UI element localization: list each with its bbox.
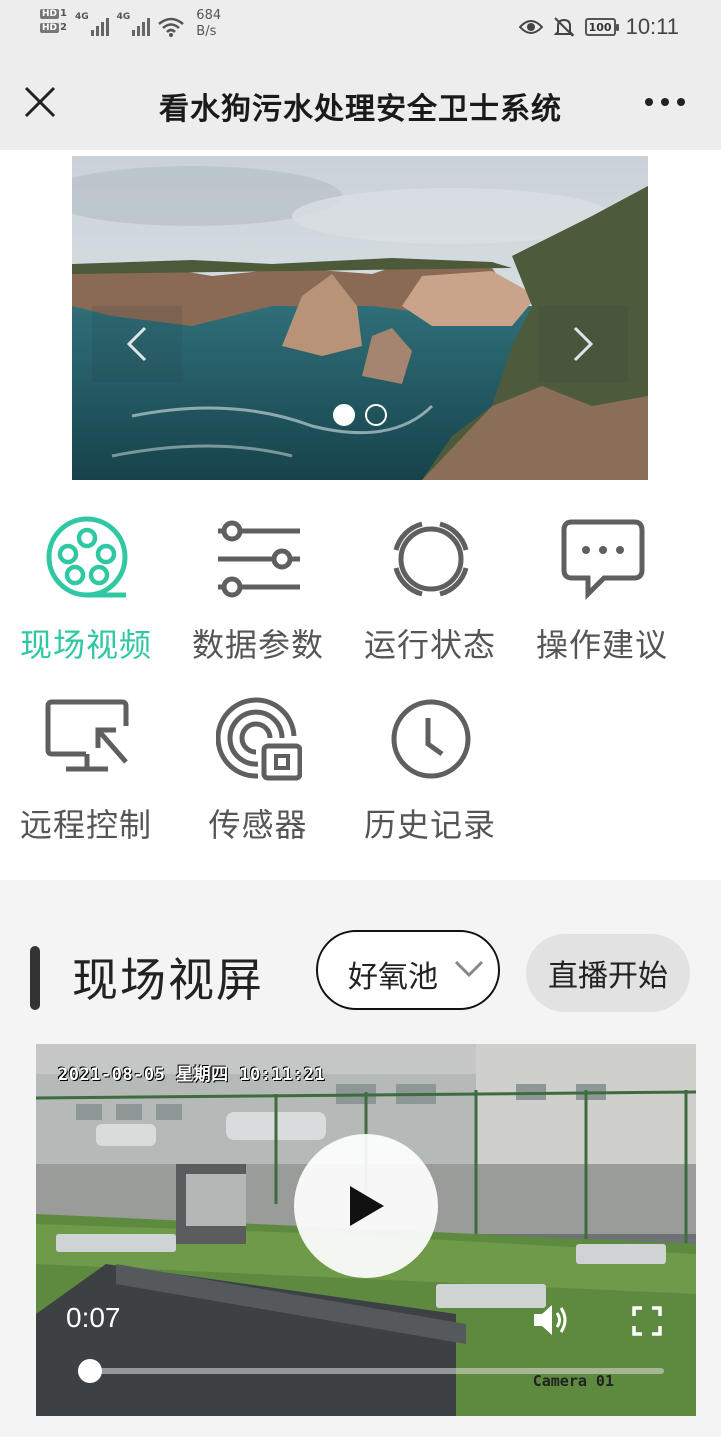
film-reel-icon	[46, 516, 128, 598]
wifi-icon	[158, 17, 185, 37]
mute-bell-icon	[553, 17, 575, 37]
menu-item-sensor[interactable]: 传感器	[172, 690, 344, 860]
status-bar: HD 1 HD 2 4G 4G 684 B/s 100 10:11	[0, 0, 721, 56]
chevron-right-icon	[573, 326, 594, 362]
video-current-time: 0:07	[66, 1302, 121, 1333]
play-icon	[350, 1186, 384, 1226]
camera-label: Camera 01	[532, 1372, 614, 1390]
hd-indicator-1: HD 1	[40, 8, 67, 19]
fullscreen-icon[interactable]	[632, 1306, 662, 1336]
battery-icon: 100	[584, 18, 619, 36]
menu-item-data-params[interactable]: 数据参数	[172, 510, 344, 680]
play-button[interactable]	[294, 1134, 438, 1278]
banner-carousel[interactable]	[72, 156, 648, 480]
status-left: HD 1 HD 2 4G 4G 684 B/s	[40, 8, 221, 40]
chat-bubble-icon	[561, 519, 645, 601]
monitor-cursor-icon	[45, 699, 129, 772]
menu-item-remote-control[interactable]: 远程控制	[0, 690, 172, 860]
pool-select[interactable]: 好氧池	[316, 930, 500, 1010]
menu-item-run-status[interactable]: 运行状态	[344, 510, 516, 680]
carousel-dots	[72, 404, 648, 426]
video-player[interactable]: 2021-08-05 星期四 10:11:21 Camera 01 0:07	[36, 1044, 696, 1416]
hd-indicators: HD 1 HD 2	[40, 8, 67, 33]
network-speed: 684 B/s	[196, 8, 222, 39]
volume-icon[interactable]	[532, 1302, 572, 1338]
page-title: 看水狗污水处理安全卫士系统	[159, 92, 562, 127]
sensor-icon	[216, 697, 302, 781]
carousel-next-button[interactable]	[538, 306, 628, 382]
pool-select-value: 好氧池	[348, 960, 438, 995]
video-progress-track[interactable]	[78, 1368, 664, 1374]
chevron-left-icon	[126, 326, 147, 362]
signal-icon-1: 4G	[75, 12, 109, 36]
eye-icon	[518, 20, 543, 34]
main-content: 现场视频 数据参数 运行状态 操作建议 远程控制 传感器 历史记录	[0, 150, 721, 880]
carousel-dot[interactable]	[333, 404, 355, 426]
clock-icon	[391, 699, 471, 779]
signal-icon-2: 4G	[117, 12, 151, 36]
status-time: 10:11	[625, 14, 679, 39]
section-title: 现场视屏	[72, 953, 264, 1007]
live-video-section: 现场视屏 好氧池 直播开始 2021-08-05 星期四 10:11:21 Ca…	[0, 880, 721, 1437]
chevron-down-icon	[454, 960, 484, 978]
carousel-prev-button[interactable]	[92, 306, 182, 382]
menu-item-history[interactable]: 历史记录	[344, 690, 516, 860]
title-bar: 看水狗污水处理安全卫士系统	[0, 56, 721, 150]
menu-item-advice[interactable]: 操作建议	[516, 510, 688, 680]
ring-status-icon	[393, 521, 469, 597]
section-accent-bar	[30, 946, 40, 1010]
video-timestamp: 2021-08-05 星期四 10:11:21	[58, 1065, 326, 1085]
video-progress-thumb[interactable]	[77, 1359, 102, 1383]
sliders-icon	[218, 520, 300, 598]
carousel-dot[interactable]	[365, 404, 387, 426]
menu-item-live-video[interactable]: 现场视频	[0, 510, 172, 680]
start-live-button[interactable]: 直播开始	[526, 934, 690, 1012]
status-right: 100 10:11	[518, 14, 679, 40]
more-icon[interactable]	[643, 90, 687, 114]
hd-indicator-2: HD 2	[40, 22, 67, 33]
